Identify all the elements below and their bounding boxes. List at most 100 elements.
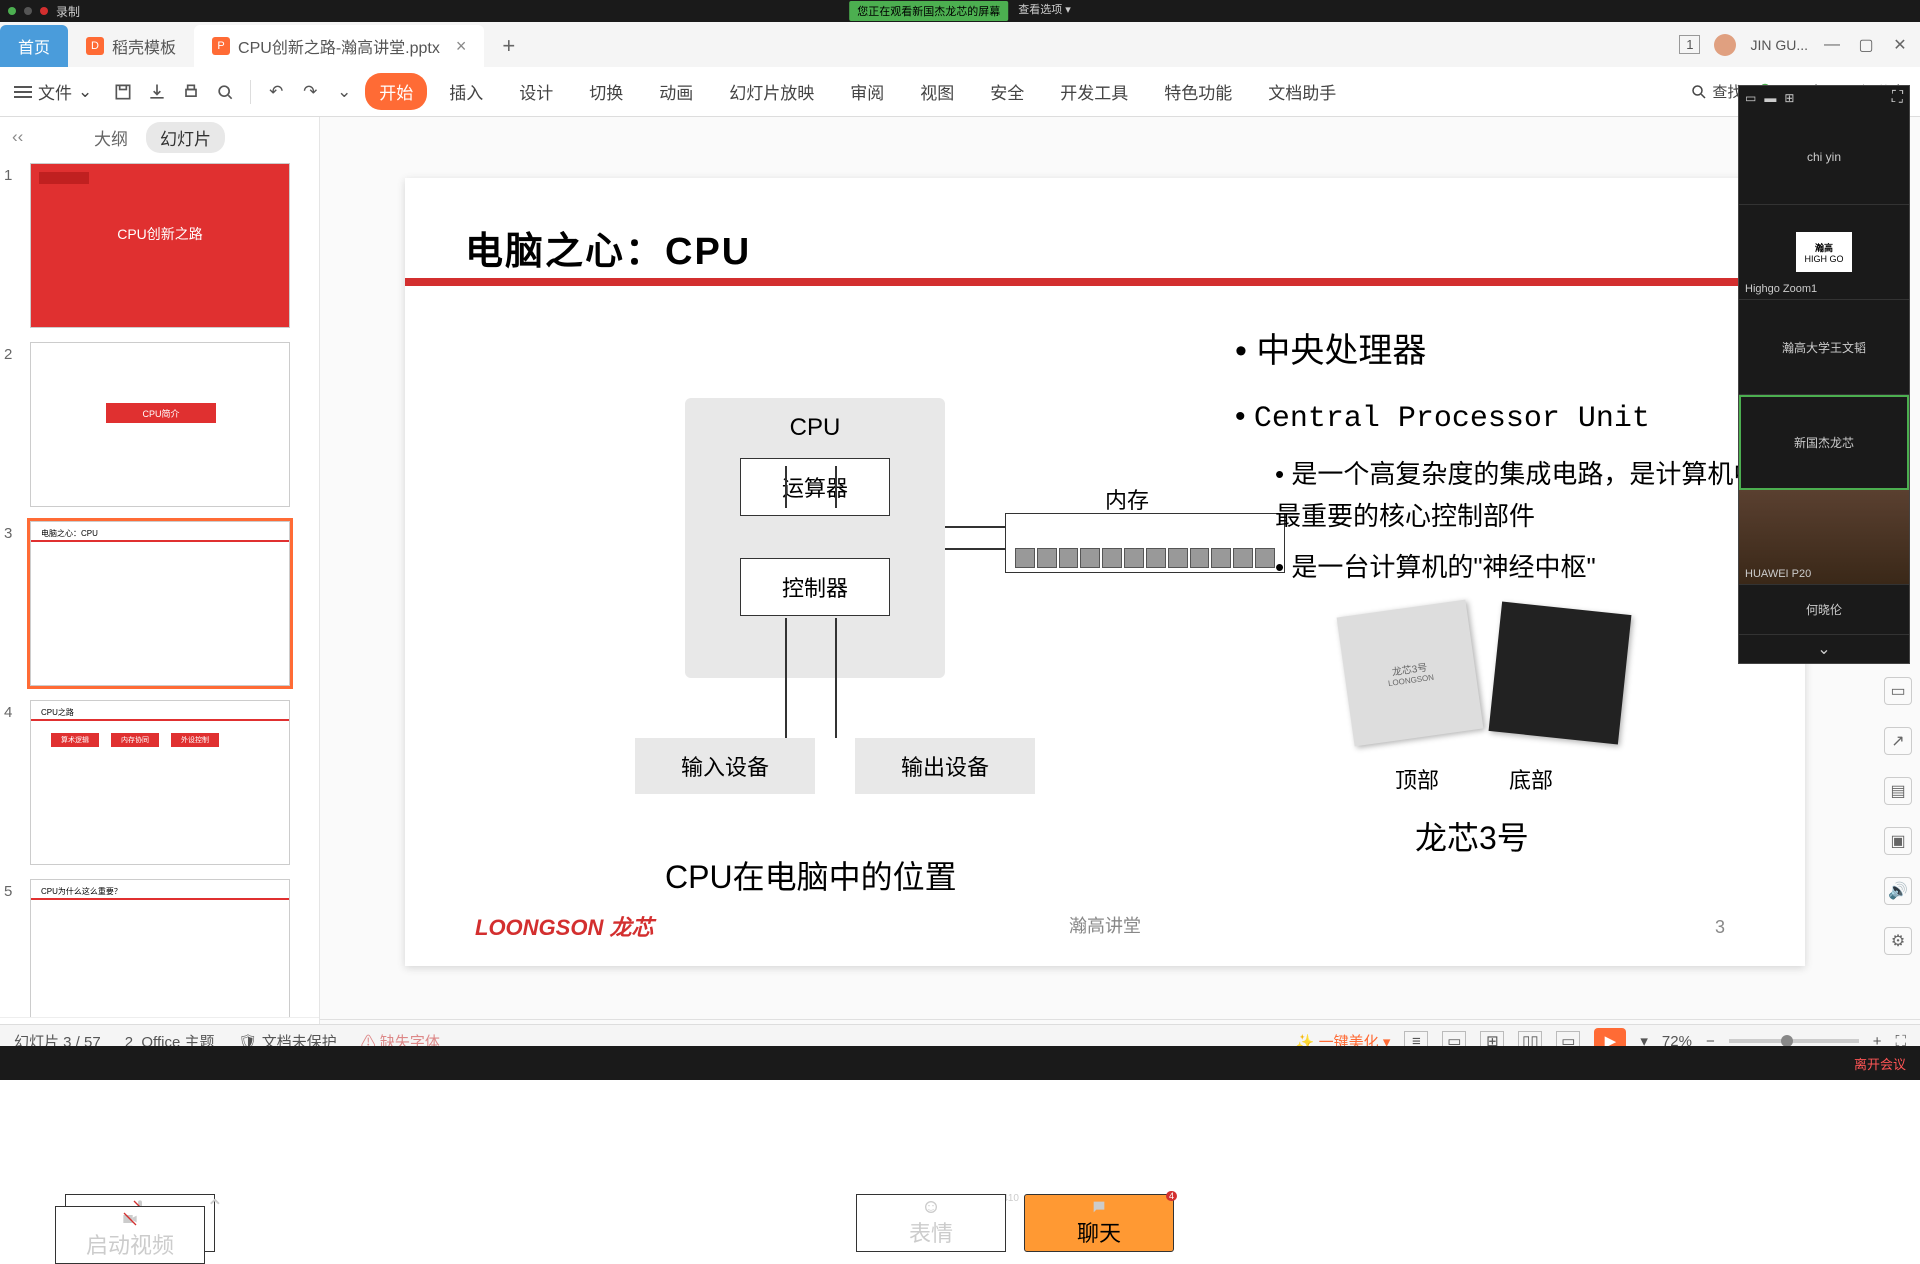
slide-canvas[interactable]: 电脑之心：CPU CPU 运算器 控制器 内存 — [405, 178, 1805, 966]
notification-badge[interactable]: 1 — [1679, 35, 1700, 54]
lock-dot-icon — [24, 7, 32, 15]
collapse-panel-icon[interactable]: ‹‹ — [12, 127, 23, 147]
sharing-message: 您正在观看新国杰龙芯的屏幕 — [849, 1, 1008, 21]
wps-window: 首页 D 稻壳模板 P CPU创新之路-瀚高讲堂.pptx × + 1 JIN … — [0, 22, 1920, 1057]
save-icon[interactable] — [110, 79, 136, 105]
chip-title: 龙芯3号 — [1415, 813, 1529, 859]
ribbon-tab-developer[interactable]: 开发工具 — [1046, 73, 1142, 110]
slide-thumb-2[interactable]: CPU简介 — [30, 342, 290, 507]
slide-title: 电脑之心：CPU — [465, 220, 751, 275]
export-icon[interactable] — [144, 79, 170, 105]
user-avatar[interactable] — [1714, 34, 1736, 56]
cpu-diagram: CPU 运算器 控制器 内存 — [535, 348, 1255, 818]
outline-tab[interactable]: 大纲 — [94, 125, 128, 150]
undo-icon[interactable]: ↶ — [263, 79, 289, 105]
chip-bottom-image — [1489, 602, 1632, 745]
slide-thumb-5[interactable]: CPU为什么这么重要？ — [30, 879, 290, 1017]
file-tab[interactable]: P CPU创新之路-瀚高讲堂.pptx × — [194, 25, 484, 67]
new-tab-button[interactable]: + — [484, 25, 533, 67]
leave-meeting-button[interactable]: 离开会议 — [1854, 1054, 1906, 1073]
output-device-box: 输出设备 — [855, 738, 1035, 794]
participant-6[interactable]: 何晓伦 — [1739, 585, 1909, 635]
ppt-icon: P — [212, 37, 230, 55]
ribbon-tab-start[interactable]: 开始 — [365, 73, 427, 110]
chip-label-bottom: 底部 — [1509, 763, 1553, 795]
redo-icon[interactable]: ↷ — [297, 79, 323, 105]
ribbon-tab-review[interactable]: 审阅 — [836, 73, 898, 110]
memory-label: 内存 — [1105, 483, 1149, 515]
search-button[interactable]: 查找 — [1690, 81, 1742, 102]
chip-images: 龙芯3号LOONGSON — [1345, 608, 1625, 738]
ribbon-toolbar: 文件 ⌄ ↶ ↷ ⌄ 开始 插入 设计 切换 动画 幻灯片放映 审阅 视图 安全… — [0, 67, 1920, 117]
template-tab-label: 稻壳模板 — [112, 34, 176, 58]
more-qat-icon[interactable]: ⌄ — [331, 79, 357, 105]
page-number: 3 — [1715, 917, 1725, 938]
gallery-large-icon[interactable]: ⊞ — [1784, 91, 1794, 105]
speaker-view-icon[interactable]: ▭ — [1745, 91, 1756, 105]
tool-share-icon[interactable]: ↗ — [1884, 727, 1912, 755]
ribbon-tab-view[interactable]: 视图 — [906, 73, 968, 110]
participant-1[interactable]: chi yin — [1739, 110, 1909, 205]
ribbon-tab-design[interactable]: 设计 — [505, 73, 567, 110]
file-tab-label: CPU创新之路-瀚高讲堂.pptx — [238, 34, 440, 58]
tool-image-icon[interactable]: ▣ — [1884, 827, 1912, 855]
slides-tab[interactable]: 幻灯片 — [146, 122, 225, 153]
template-icon: D — [86, 37, 104, 55]
chip-label-top: 顶部 — [1395, 763, 1439, 795]
tool-note-icon[interactable]: ▤ — [1884, 777, 1912, 805]
preview-icon[interactable] — [212, 79, 238, 105]
template-tab[interactable]: D 稻壳模板 — [68, 25, 194, 67]
cpu-box-label: CPU — [685, 398, 945, 442]
canvas-area: 电脑之心：CPU CPU 运算器 控制器 内存 — [320, 117, 1920, 1057]
close-window-icon[interactable]: ✕ — [1890, 35, 1910, 55]
bullet-2: Central Processor Unit — [1235, 400, 1785, 436]
print-icon[interactable] — [178, 79, 204, 105]
participants-more-icon[interactable]: ⌄ — [1739, 635, 1909, 663]
participant-5[interactable]: HUAWEI P20 — [1739, 490, 1909, 585]
ctrl-box: 控制器 — [740, 558, 890, 616]
participant-4[interactable]: 新国杰龙芯 — [1739, 395, 1909, 490]
sub-bullet-2: 是一台计算机的"神经中枢" — [1275, 547, 1785, 589]
start-video-button[interactable]: 启动视频 — [55, 1206, 205, 1264]
ribbon-tab-slideshow[interactable]: 幻灯片放映 — [715, 73, 828, 110]
minimize-icon[interactable]: — — [1822, 35, 1842, 55]
footer-logo: LOONGSON 龙芯 — [475, 910, 653, 942]
tool-settings-icon[interactable]: ⚙ — [1884, 927, 1912, 955]
expand-panel-icon[interactable]: ⛶ — [1892, 89, 1903, 107]
reactions-button[interactable]: 表情 — [856, 1194, 1006, 1252]
ribbon-tab-transition[interactable]: 切换 — [575, 73, 637, 110]
maximize-icon[interactable]: ▢ — [1856, 35, 1876, 55]
recording-label: 录制 — [56, 3, 80, 20]
tool-template-icon[interactable]: ▭ — [1884, 677, 1912, 705]
chip-top-image: 龙芯3号LOONGSON — [1337, 600, 1484, 747]
thumbnail-list[interactable]: 1 CPU创新之路 2 CPU简介 3 电脑之心：CPU 4 — [0, 157, 319, 1017]
zoom-slider[interactable] — [1729, 1039, 1859, 1043]
ribbon-tab-insert[interactable]: 插入 — [435, 73, 497, 110]
bullet-1: 中央处理器 — [1235, 323, 1785, 372]
ribbon-tab-animation[interactable]: 动画 — [645, 73, 707, 110]
slide-panel: ‹‹ 大纲 幻灯片 1 CPU创新之路 2 CPU简介 3 — [0, 117, 320, 1057]
right-sidebar-tools: ▭ ↗ ▤ ▣ 🔊 ⚙ — [1884, 677, 1912, 955]
tool-audio-icon[interactable]: 🔊 — [1884, 877, 1912, 905]
slide-thumb-1[interactable]: CPU创新之路 — [30, 163, 290, 328]
home-tab[interactable]: 首页 — [0, 25, 68, 67]
file-menu[interactable]: 文件 ⌄ — [14, 79, 92, 104]
participant-2[interactable]: 瀚高HIGH GO Highgo Zoom1 — [1739, 205, 1909, 300]
sub-bullet-1: 是一个高复杂度的集成电路，是计算机中最重要的核心控制部件 — [1275, 454, 1785, 537]
chevron-down-icon: ⌄ — [78, 82, 92, 102]
ribbon-tab-features[interactable]: 特色功能 — [1150, 73, 1246, 110]
zoom-participants-panel[interactable]: ▭ ▬ ⊞ ⛶ chi yin 瀚高HIGH GO Highgo Zoom1 瀚… — [1738, 85, 1910, 664]
view-options-dropdown[interactable]: 查看选项 ▾ — [1018, 1, 1071, 21]
slide-thumb-3[interactable]: 电脑之心：CPU — [30, 521, 290, 686]
hamburger-icon — [14, 86, 32, 98]
ribbon-tab-security[interactable]: 安全 — [976, 73, 1038, 110]
alu-box: 运算器 — [740, 458, 890, 516]
ribbon-tab-assistant[interactable]: 文档助手 — [1254, 73, 1350, 110]
file-menu-label: 文件 — [38, 79, 72, 104]
close-tab-icon[interactable]: × — [456, 36, 467, 57]
gallery-small-icon[interactable]: ▬ — [1764, 91, 1776, 105]
record-dot-icon — [40, 7, 48, 15]
participant-3[interactable]: 瀚高大学王文韬 — [1739, 300, 1909, 395]
chat-button[interactable]: 聊天 4 — [1024, 1194, 1174, 1252]
slide-thumb-4[interactable]: CPU之路 算术逻辑内存协同外设控制 — [30, 700, 290, 865]
